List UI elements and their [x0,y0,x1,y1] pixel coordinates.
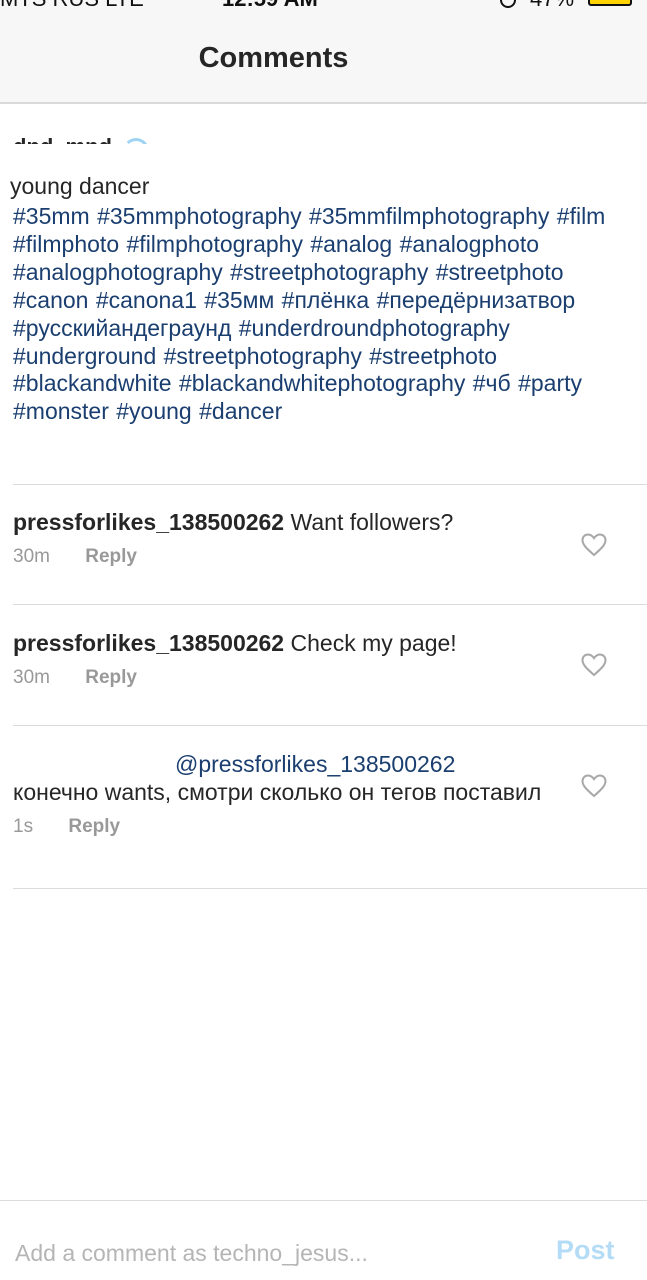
comment-mention[interactable]: @pressforlikes_138500262 [175,751,455,777]
comment-body: @pressforlikes_138500262 конечно wants, … [13,750,553,806]
reply-button[interactable]: Reply [68,816,120,837]
reply-button[interactable]: Reply [85,667,137,688]
comment-body: pressforlikes_138500262 Check my page! [13,629,573,657]
do-not-disturb-icon [500,0,516,8]
comment-text: Want followers? [290,509,454,535]
battery-icon [588,0,632,6]
caption-text: young dancer [10,173,150,199]
comment-meta: 30m Reply [13,667,573,689]
comment-input[interactable] [15,1236,535,1270]
nav-header: Comments [0,10,647,104]
like-heart-icon[interactable] [581,533,607,557]
comment-time: 30m [13,667,50,688]
story-ring-icon [123,138,149,144]
comment-time: 1s [13,816,34,837]
caption-hashtags[interactable]: #35mm #35mmphotography #35mmfilmphotogra… [13,203,633,426]
page-title: Comments [198,42,349,74]
comment-item: pressforlikes_138500262 Check my page! 3… [13,629,573,689]
comment-username[interactable]: pressforlikes_138500262 [13,630,284,656]
clock: 12:59 AM [222,0,318,10]
comment-item: pressforlikes_138500262 Want followers? … [13,508,573,568]
caption-author-row: dnd_mnd [13,130,633,144]
comment-meta: 30m Reply [13,546,573,568]
divider [13,484,647,485]
reply-button[interactable]: Reply [85,546,137,567]
like-heart-icon[interactable] [581,774,607,798]
divider [13,888,647,889]
status-bar: MTS RUS LTE 12:59 AM 47% [0,0,647,10]
post-button[interactable]: Post [556,1235,615,1266]
comment-username[interactable]: pressforlikes_138500262 [13,509,284,535]
carrier-label: MTS RUS LTE [0,0,144,10]
divider [13,725,647,726]
caption-author[interactable]: dnd_mnd [13,134,112,144]
comment-body: pressforlikes_138500262 Want followers? [13,508,573,536]
divider [13,604,647,605]
like-heart-icon[interactable] [581,653,607,677]
post-caption: dnd_mnd young dancer #35mm #35mmphotogra… [10,130,633,426]
comment-text: конечно wants, смотри сколько он тегов п… [13,779,542,805]
comment-time: 30m [13,546,50,567]
battery-percent: 47% [530,0,574,10]
comment-text: Check my page! [290,630,457,656]
comment-item: @pressforlikes_138500262 конечно wants, … [13,750,553,838]
comment-meta: 1s Reply [13,816,553,838]
composer-divider [0,1200,647,1201]
